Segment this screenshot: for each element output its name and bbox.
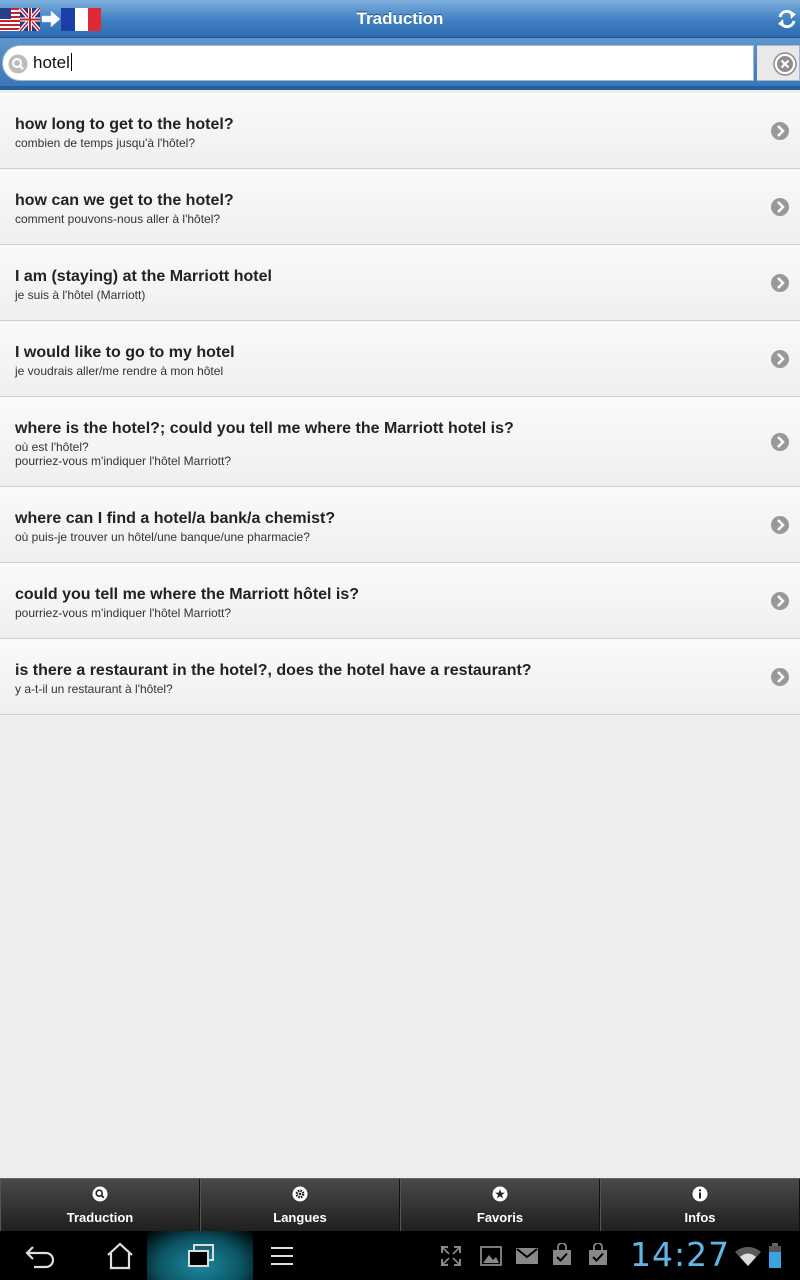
phrase-french: où est l'hôtel? xyxy=(15,440,89,454)
market-update-icon xyxy=(589,1243,607,1265)
phrase-french: pourriez-vous m'indiquer l'hôtel Marriot… xyxy=(15,606,232,620)
market-download-icon xyxy=(553,1243,571,1265)
chevron-right-icon xyxy=(771,121,789,140)
results-list: how long to get to the hotel? combien de… xyxy=(0,93,800,715)
phrase-french: pourriez-vous m'indiquer l'hôtel Marriot… xyxy=(15,454,232,468)
list-item[interactable]: how can we get to the hotel? comment pou… xyxy=(0,169,800,245)
menu-icon[interactable] xyxy=(270,1245,294,1267)
list-item[interactable]: how long to get to the hotel? combien de… xyxy=(0,93,800,169)
phrase-english: where is the hotel?; could you tell me w… xyxy=(15,420,514,437)
recent-apps-icon[interactable] xyxy=(186,1243,216,1269)
header-bar: Traduction xyxy=(0,0,800,38)
home-icon[interactable] xyxy=(105,1241,135,1271)
list-item[interactable]: I would like to go to my hotel je voudra… xyxy=(0,321,800,397)
phrase-english: how long to get to the hotel? xyxy=(15,116,234,133)
app-root: Traduction hotel how long to get to the … xyxy=(0,0,800,1280)
chevron-right-icon xyxy=(771,432,789,451)
swap-languages-icon[interactable] xyxy=(776,8,798,30)
list-item[interactable]: where is the hotel?; could you tell me w… xyxy=(0,397,800,487)
chevron-right-icon xyxy=(771,197,789,216)
tab-label: Langues xyxy=(273,1210,327,1225)
phrase-french: je voudrais aller/me rendre à mon hôtel xyxy=(15,364,224,378)
phrase-french: je suis à l'hôtel (Marriott) xyxy=(15,288,146,302)
phrase-english: I would like to go to my hotel xyxy=(15,344,235,361)
chevron-right-icon xyxy=(771,591,789,610)
search-icon xyxy=(92,1186,108,1202)
search-field[interactable]: hotel xyxy=(2,45,754,81)
phrase-french: combien de temps jusqu'à l'hôtel? xyxy=(15,136,196,150)
tab-langues[interactable]: Langues xyxy=(200,1179,400,1231)
tab-infos[interactable]: Infos xyxy=(600,1179,800,1231)
tab-label: Favoris xyxy=(476,1210,524,1225)
phrase-english: where can I find a hotel/a bank/a chemis… xyxy=(15,510,336,527)
list-item[interactable]: could you tell me where the Marriott hôt… xyxy=(0,563,800,639)
chevron-right-icon xyxy=(771,667,789,686)
clear-search-button[interactable] xyxy=(757,45,800,81)
phrase-french: y a-t-il un restaurant à l'hôtel? xyxy=(15,682,173,696)
tab-label: Traduction xyxy=(66,1210,134,1225)
phrase-english: could you tell me where the Marriott hôt… xyxy=(15,586,360,603)
chevron-right-icon xyxy=(771,273,789,292)
tab-favoris[interactable]: Favoris xyxy=(400,1179,600,1231)
list-item[interactable]: is there a restaurant in the hotel?, doe… xyxy=(0,639,800,715)
info-icon xyxy=(692,1186,708,1202)
text-cursor xyxy=(70,53,72,71)
page-title: Traduction xyxy=(356,9,444,28)
gmail-icon xyxy=(516,1248,538,1264)
phrase-french: comment pouvons-nous aller à l'hôtel? xyxy=(15,212,221,226)
search-input[interactable]: hotel xyxy=(33,53,72,73)
wifi-icon xyxy=(735,1246,761,1266)
back-icon[interactable] xyxy=(24,1243,56,1269)
bottom-tab-bar: Traduction Langues Favoris Infos xyxy=(0,1178,800,1231)
system-navigation-bar: 14:27 xyxy=(0,1231,800,1280)
status-clock: 14:27 xyxy=(630,1235,731,1274)
battery-icon xyxy=(769,1243,781,1268)
tab-traduction[interactable]: Traduction xyxy=(0,1179,200,1231)
phrase-english: how can we get to the hotel? xyxy=(15,192,234,209)
gear-icon xyxy=(292,1186,308,1202)
clear-icon xyxy=(773,52,797,76)
phrase-french: où puis-je trouver un hôtel/une banque/u… xyxy=(15,530,310,544)
phrase-english: I am (staying) at the Marriott hotel xyxy=(15,268,272,285)
chevron-right-icon xyxy=(771,515,789,534)
search-icon xyxy=(8,54,28,74)
screen-compat-icon[interactable] xyxy=(440,1245,462,1267)
star-icon xyxy=(492,1186,508,1202)
gallery-icon xyxy=(480,1246,502,1266)
list-item[interactable]: I am (staying) at the Marriott hotel je … xyxy=(0,245,800,321)
tab-label: Infos xyxy=(684,1210,716,1225)
search-bar: hotel xyxy=(0,38,800,90)
chevron-right-icon xyxy=(771,349,789,368)
list-item[interactable]: where can I find a hotel/a bank/a chemis… xyxy=(0,487,800,563)
phrase-english: is there a restaurant in the hotel?, doe… xyxy=(15,662,532,679)
